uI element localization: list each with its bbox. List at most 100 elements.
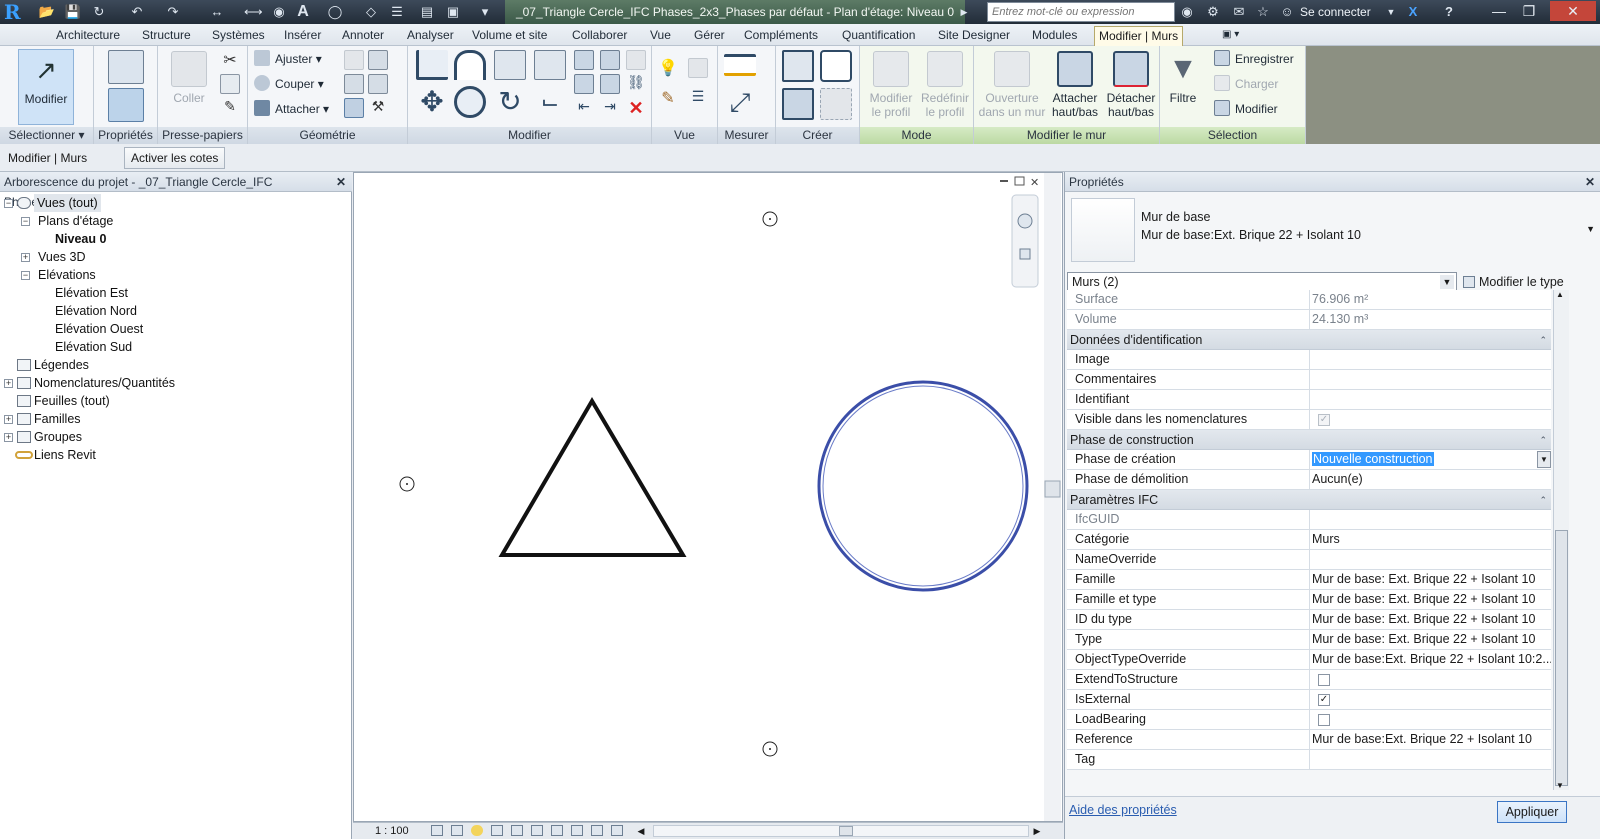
reveal-hidden-icon[interactable] [591, 825, 603, 836]
tree-elevation-south[interactable]: Elévation Sud [55, 338, 132, 356]
prop-row-family[interactable]: Famille Mur de base: Ext. Brique 22 + Iso… [1067, 570, 1551, 590]
prop-row-object-type-override[interactable]: ObjectTypeOverride Mur de base:Ext. Briqu… [1067, 650, 1551, 670]
type-dropdown-icon[interactable]: ▼ [1586, 224, 1595, 234]
load-bearing-checkbox[interactable] [1318, 714, 1330, 726]
expand-icon[interactable]: + [21, 253, 30, 262]
edit-type-button[interactable]: Modifier le type [1463, 272, 1564, 292]
circle-wall-selected[interactable] [817, 380, 1029, 592]
panel-select-label[interactable]: Sélectionner ▾ [0, 127, 93, 144]
close-icon[interactable]: ✕ [1585, 172, 1595, 192]
prop-row-phase-demolished[interactable]: Phase de démolition Aucun(e) [1067, 470, 1551, 490]
crop-view-icon[interactable] [511, 825, 523, 836]
favorites-icon[interactable]: ☆ [1254, 3, 1272, 21]
tab-architecture[interactable]: Architecture [52, 26, 124, 46]
tree-elevation-east[interactable]: Elévation Est [55, 284, 128, 302]
prop-row-phase-created[interactable]: Phase de création Nouvelle construction ▼ [1067, 450, 1551, 470]
load-selection-button[interactable]: Charger [1214, 73, 1278, 95]
align-icon[interactable] [416, 50, 448, 80]
tree-elevations[interactable]: Elévations [38, 266, 96, 284]
prop-group-identity[interactable]: Données d'identification ⌃ [1067, 330, 1551, 350]
split-gap-icon[interactable] [600, 50, 620, 70]
switch-windows-icon[interactable]: ▣ [444, 3, 462, 21]
prop-row-category[interactable]: Catégorie Murs [1067, 530, 1551, 550]
scroll-down-icon[interactable]: ▼ [1556, 781, 1564, 790]
sync-icon[interactable]: ↻ [90, 3, 108, 21]
tab-modify-walls[interactable]: Modifier | Murs [1094, 26, 1184, 46]
mirror-pick-axis-icon[interactable] [494, 50, 526, 80]
create-assembly-icon[interactable] [782, 50, 814, 82]
tab-modules[interactable]: Modules [1028, 26, 1081, 46]
help-icon[interactable]: ? [1440, 3, 1458, 21]
open-icon[interactable]: 📂 [38, 3, 56, 21]
redo-icon[interactable]: ↷ [164, 3, 182, 21]
extend-to-structure-checkbox[interactable] [1318, 674, 1330, 686]
prop-group-ifc[interactable]: Paramètres IFC ⌃ [1067, 490, 1551, 510]
save-icon[interactable]: 💾 [64, 3, 82, 21]
join-geometry-icon[interactable] [344, 98, 364, 118]
trim-extend-icon[interactable]: ⌙ [534, 86, 566, 118]
sun-path-icon[interactable] [471, 825, 483, 836]
is-external-checkbox[interactable]: ✓ [1318, 694, 1330, 706]
type-selector[interactable]: Mur de base Mur de base:Ext. Brique 22 +… [1069, 196, 1597, 268]
section-icon[interactable]: ◇ [362, 3, 380, 21]
copy-icon[interactable] [220, 74, 240, 94]
exchange-apps-icon[interactable]: X [1404, 3, 1422, 21]
tab-addins[interactable]: Compléments [740, 26, 822, 46]
scroll-left-icon[interactable]: ◀ [635, 825, 647, 837]
prop-row-comments[interactable]: Commentaires [1067, 370, 1551, 390]
tree-elevation-north[interactable]: Elévation Nord [55, 302, 137, 320]
signin-button[interactable]: Se connecter [1300, 0, 1371, 24]
visible-schedules-checkbox[interactable]: ✓ [1318, 414, 1330, 426]
trim-single-icon[interactable]: ⇤ [574, 98, 594, 118]
floor-plan-view[interactable]: ✕ [354, 173, 1062, 821]
copy-element-icon[interactable] [454, 86, 486, 118]
scroll-right-icon[interactable]: ▶ [1031, 825, 1043, 837]
prop-row-type[interactable]: Type Mur de base: Ext. Brique 22 + Isolan… [1067, 630, 1551, 650]
prop-row-tag[interactable]: Tag [1067, 750, 1551, 770]
split-icon[interactable] [574, 50, 594, 70]
ajuster-button[interactable]: Ajuster ▾ [254, 48, 322, 70]
offset-icon[interactable] [454, 50, 486, 80]
pin-icon[interactable]: ⛓ [626, 74, 646, 94]
type-properties-icon[interactable] [108, 88, 144, 122]
scroll-up-icon[interactable]: ▲ [1556, 290, 1564, 299]
analytical-model-icon[interactable] [611, 825, 623, 836]
tree-floor-plans[interactable]: Plans d'étage [38, 212, 113, 230]
drawing-area[interactable]: ✕ [353, 172, 1063, 822]
array-icon[interactable] [574, 74, 594, 94]
create-group-icon[interactable] [782, 88, 814, 120]
tree-3d-views[interactable]: Vues 3D [38, 248, 85, 266]
edit-selection-button[interactable]: Modifier [1214, 98, 1278, 120]
unlock-3d-icon[interactable] [551, 825, 563, 836]
triangle-wall[interactable] [498, 397, 687, 557]
tab-collaborate[interactable]: Collaborer [568, 26, 631, 46]
attacher-button[interactable]: Attacher ▾ [254, 98, 329, 120]
tab-structure[interactable]: Structure [138, 26, 195, 46]
properties-help-link[interactable]: Aide des propriétés [1069, 803, 1177, 817]
close-hidden-icon[interactable]: ▤ [418, 3, 436, 21]
phase-created-value[interactable]: Nouvelle construction [1312, 452, 1434, 466]
create-parts-icon[interactable] [820, 50, 852, 82]
scale-icon[interactable] [600, 74, 620, 94]
edit-profile-button[interactable]: Modifier le profil [862, 49, 920, 125]
ribbon-minimize-icon[interactable]: ▣ ▾ [1218, 26, 1243, 46]
expand-icon[interactable]: + [4, 415, 13, 424]
prop-group-phasing[interactable]: Phase de construction ⌃ [1067, 430, 1551, 450]
rotate-icon[interactable]: ↻ [494, 86, 526, 118]
override-graphics-icon[interactable] [688, 58, 708, 78]
thin-lines-icon[interactable]: ☰ [388, 3, 406, 21]
aligned-dimension-icon[interactable]: ⤢ [724, 86, 756, 118]
dimension-icon[interactable]: ⟷ [244, 3, 263, 21]
tag-icon[interactable]: ◉ [270, 3, 288, 21]
prop-row-type-id[interactable]: ID du type Mur de base: Ext. Brique 22 + … [1067, 610, 1551, 630]
mirror-draw-axis-icon[interactable] [534, 50, 566, 80]
apply-button[interactable]: Appliquer [1497, 801, 1567, 823]
prop-row-name-override[interactable]: NameOverride [1067, 550, 1551, 570]
tree-legends[interactable]: Légendes [34, 356, 89, 374]
expand-arrow-icon[interactable]: ▶ [955, 3, 973, 21]
tab-insert[interactable]: Insérer [280, 26, 325, 46]
trim-multiple-icon[interactable]: ⇥ [600, 98, 620, 118]
tab-analyze[interactable]: Analyser [403, 26, 458, 46]
activate-dimensions-button[interactable]: Activer les cotes [124, 147, 226, 169]
detach-top-base-button[interactable]: Détacher haut/bas [1102, 49, 1160, 125]
